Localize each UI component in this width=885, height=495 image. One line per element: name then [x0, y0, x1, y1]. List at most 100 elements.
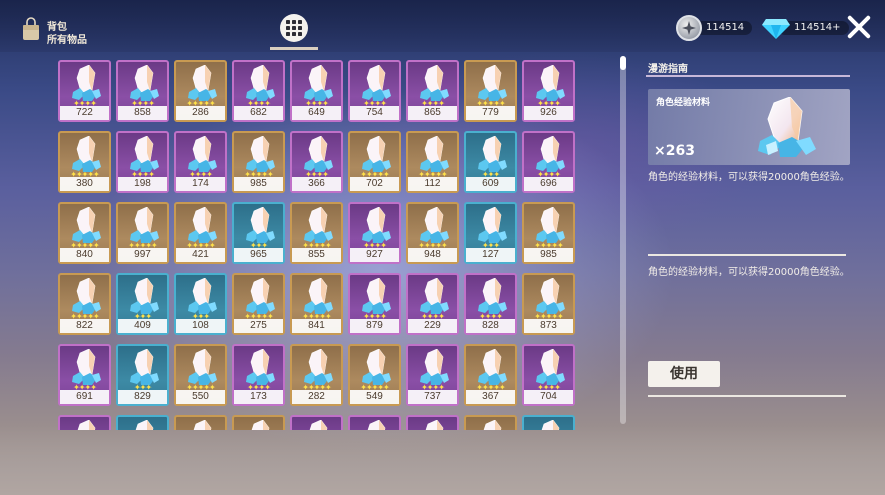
inventory-item[interactable]: ✦✦✦✦ 879 [348, 273, 401, 335]
inventory-item[interactable]: ✦✦✦ 609 [464, 131, 517, 193]
item-count: 696 [524, 177, 573, 191]
inventory-item[interactable]: ✦✦✦✦ 229 [406, 273, 459, 335]
inventory-item[interactable]: ✦✦✦✦ 927 [348, 202, 401, 264]
item-count: 702 [350, 177, 399, 191]
item-count: 858 [118, 106, 167, 120]
inventory-item[interactable]: ✦✦✦✦✦ [464, 415, 517, 430]
inventory-item[interactable]: ✦✦✦✦ 737 [406, 344, 459, 406]
item-count: 865 [408, 106, 457, 120]
top-bar: 背包 所有物品 114514 114514+ [0, 0, 885, 52]
item-count: 108 [176, 319, 225, 333]
inventory-item[interactable]: ✦✦✦✦ 865 [406, 60, 459, 122]
exp-crystal-icon [483, 420, 502, 430]
inventory-item[interactable]: ✦✦✦✦✦ 873 [522, 273, 575, 335]
exp-crystal-icon [420, 136, 449, 172]
use-button[interactable]: 使用 [648, 361, 720, 387]
inventory-item[interactable]: ✦✦✦✦✦ [232, 415, 285, 430]
inventory-item[interactable]: ✦✦✦ 829 [116, 344, 169, 406]
inventory-item[interactable]: ✦✦✦✦ 691 [58, 344, 111, 406]
inventory-item[interactable]: ✦✦✦ 409 [116, 273, 169, 335]
inventory-item[interactable]: ✦✦✦✦ 682 [232, 60, 285, 122]
inventory-item[interactable]: ✦✦✦✦ 704 [522, 344, 575, 406]
exp-crystal-icon [72, 136, 101, 172]
inventory-item[interactable]: ✦✦✦✦✦ 550 [174, 344, 227, 406]
item-count: 275 [234, 319, 283, 333]
exp-crystal-icon [188, 278, 217, 314]
inventory-item[interactable]: ✦✦✦✦ 173 [232, 344, 285, 406]
inventory-item[interactable]: ✦✦✦✦✦ 985 [522, 202, 575, 264]
tab-all-items[interactable] [280, 14, 308, 42]
exp-crystal-icon [536, 278, 565, 314]
inventory-item[interactable]: ✦✦✦✦ 926 [522, 60, 575, 122]
inventory-item[interactable]: ✦✦✦✦ 828 [464, 273, 517, 335]
inventory-item[interactable]: ✦✦✦✦✦ 997 [116, 202, 169, 264]
exp-crystal-icon [246, 207, 275, 243]
item-count: 997 [118, 248, 167, 262]
inventory-item[interactable]: ✦✦✦✦✦ 985 [232, 131, 285, 193]
inventory-item[interactable]: ✦✦✦✦✦ 286 [174, 60, 227, 122]
item-count: 286 [176, 106, 225, 120]
inventory-item[interactable]: ✦✦✦✦ 696 [522, 131, 575, 193]
inventory-item[interactable]: ✦✦✦✦✦ 367 [464, 344, 517, 406]
inventory-item[interactable]: ✦✦✦✦✦ 841 [290, 273, 343, 335]
inventory-item[interactable]: ✦✦✦✦✦ [174, 415, 227, 430]
item-count: 855 [292, 248, 341, 262]
inventory-item[interactable]: ✦✦✦ 965 [232, 202, 285, 264]
inventory-item[interactable]: ✦✦✦ [116, 415, 169, 430]
currency-gem[interactable]: 114514+ [762, 17, 849, 39]
close-button[interactable] [846, 14, 872, 40]
exp-crystal-icon [72, 207, 101, 243]
inventory-item[interactable]: ✦✦✦✦✦ 948 [406, 202, 459, 264]
inventory-item[interactable]: ✦✦✦✦ [406, 415, 459, 430]
exp-crystal-icon [309, 420, 328, 430]
inventory-item[interactable]: ✦✦✦✦✦ 421 [174, 202, 227, 264]
inventory-item[interactable]: ✦✦✦✦ [58, 415, 111, 430]
inventory-item[interactable]: ✦✦✦✦✦ 855 [290, 202, 343, 264]
exp-crystal-icon [246, 65, 275, 101]
inventory-item[interactable]: ✦✦✦✦ [348, 415, 401, 430]
item-description: 角色的经验材料，可以获得20000角色经验。 [648, 172, 850, 183]
inventory-item[interactable]: ✦✦✦✦ 754 [348, 60, 401, 122]
scrollbar-thumb[interactable] [620, 56, 626, 70]
inventory-item[interactable]: ✦✦✦✦ 174 [174, 131, 227, 193]
inventory-item[interactable]: ✦✦✦ 127 [464, 202, 517, 264]
inventory-item[interactable]: ✦✦✦✦✦ 275 [232, 273, 285, 335]
exp-crystal-icon [304, 136, 333, 172]
inventory-item[interactable]: ✦✦✦✦✦ 702 [348, 131, 401, 193]
inventory-item[interactable]: ✦✦✦✦ [290, 415, 343, 430]
inventory-item[interactable]: ✦✦✦✦✦ 840 [58, 202, 111, 264]
exp-crystal-icon [367, 420, 386, 430]
grid-scrollbar[interactable] [620, 56, 626, 424]
item-count: 927 [350, 248, 399, 262]
inventory-item[interactable]: ✦✦✦✦✦ 549 [348, 344, 401, 406]
inventory-item[interactable]: ✦✦✦✦✦ 779 [464, 60, 517, 122]
exp-crystal-icon [420, 207, 449, 243]
inventory-item[interactable]: ✦✦✦✦✦ 112 [406, 131, 459, 193]
exp-crystal-icon [478, 207, 507, 243]
item-count: 737 [408, 390, 457, 404]
item-count: 841 [292, 319, 341, 333]
inventory-item[interactable]: ✦✦✦ 108 [174, 273, 227, 335]
inventory-item[interactable]: ✦✦✦✦ 722 [58, 60, 111, 122]
exp-crystal-icon [536, 136, 565, 172]
item-grid: ✦✦✦✦ 722 ✦✦✦✦ 858 ✦✦✦✦✦ 286 ✦✦✦✦ 682 ✦✦✦✦ 649 ✦✦✦✦… [56, 58, 586, 430]
inventory-item[interactable]: ✦✦✦ [522, 415, 575, 430]
currency-coin[interactable]: 114514 [676, 15, 753, 41]
bag-icon [23, 17, 39, 40]
inventory-item[interactable]: ✦✦✦✦ 366 [290, 131, 343, 193]
inventory-item[interactable]: ✦✦✦✦ 858 [116, 60, 169, 122]
inventory-item[interactable]: ✦✦✦✦ 649 [290, 60, 343, 122]
inventory-item[interactable]: ✦✦✦✦✦ 822 [58, 273, 111, 335]
exp-crystal-icon [130, 207, 159, 243]
item-count: 229 [408, 319, 457, 333]
item-count: 112 [408, 177, 457, 191]
exp-crystal-icon [536, 349, 565, 385]
panel-title: 漫游指南 [648, 64, 688, 75]
panel-divider [648, 254, 846, 256]
inventory-item[interactable]: ✦✦✦✦✦ 380 [58, 131, 111, 193]
inventory-item[interactable]: ✦✦✦✦ 198 [116, 131, 169, 193]
inventory-item[interactable]: ✦✦✦✦✦ 282 [290, 344, 343, 406]
item-count: 754 [350, 106, 399, 120]
item-count: 609 [466, 177, 515, 191]
exp-crystal-icon [188, 207, 217, 243]
